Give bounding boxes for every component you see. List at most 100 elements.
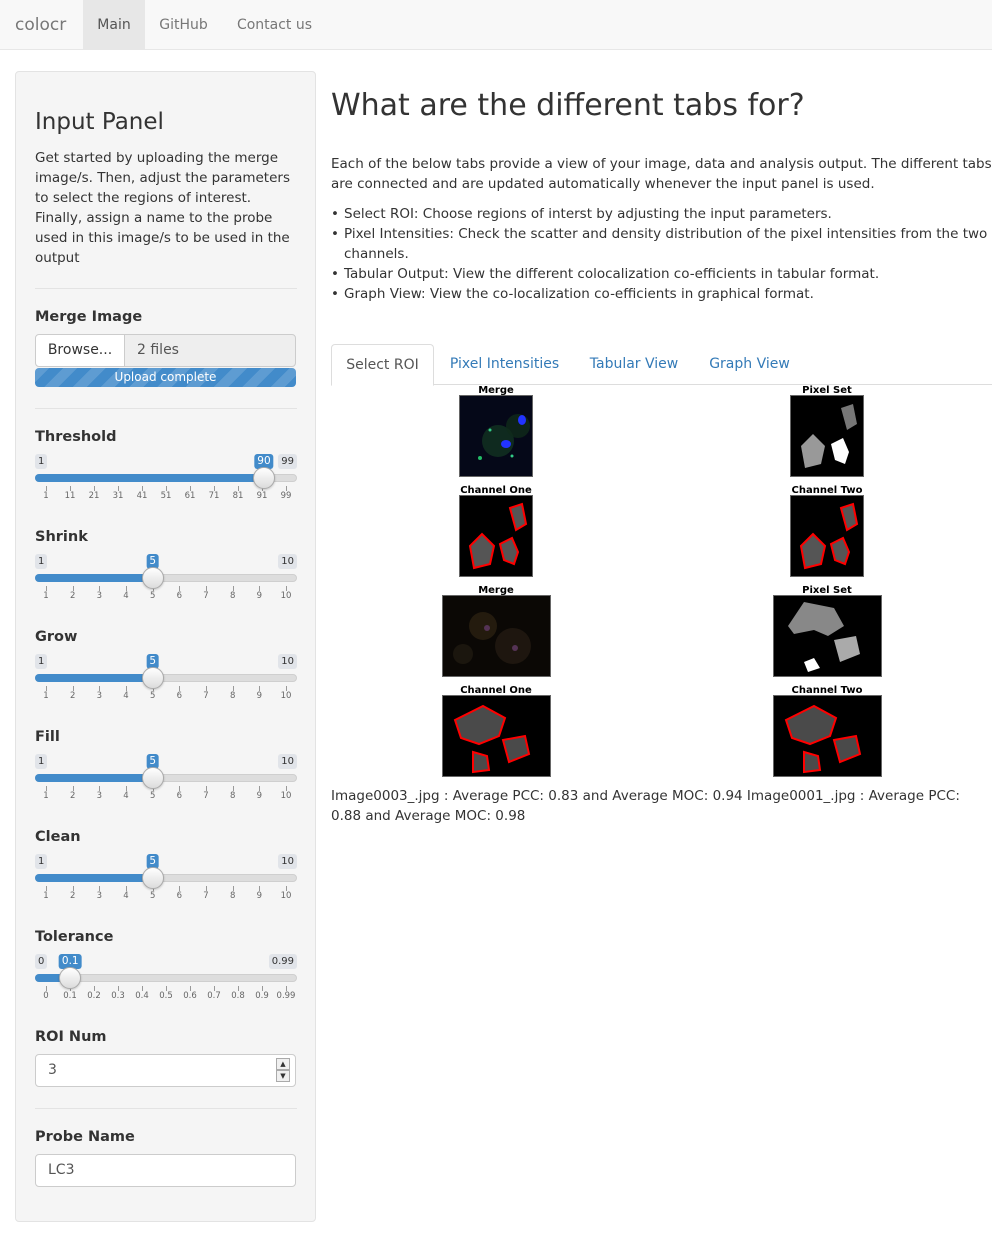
slider-handle[interactable] bbox=[141, 767, 164, 789]
slider-label-shrink: Shrink bbox=[35, 529, 88, 545]
merge-image-label: Merge Image bbox=[35, 309, 143, 325]
slider-tick-label: 81 bbox=[232, 491, 244, 501]
channel-two-image-2 bbox=[773, 695, 882, 777]
slider-tick-label: 4 bbox=[123, 691, 129, 701]
slider-tick-label: 10 bbox=[280, 891, 292, 901]
divider bbox=[35, 408, 297, 409]
figure-channel-two-2: Channel Two bbox=[767, 685, 887, 777]
slider-shrink[interactable]: 1 10 5 1 2 3 4 5 6 7 8 9 10 bbox=[35, 554, 297, 614]
nav-contact[interactable]: Contact us bbox=[222, 0, 327, 50]
slider-handle[interactable] bbox=[59, 967, 82, 989]
slider-tick-label: 1 bbox=[43, 691, 49, 701]
roi-num-input[interactable]: 3 ▲ ▼ bbox=[35, 1054, 296, 1087]
list-item: Select ROI: Choose regions of interst by… bbox=[331, 204, 992, 224]
slider-tick-label: 4 bbox=[123, 591, 129, 601]
slider-tick-label: 6 bbox=[176, 591, 183, 601]
panel-description: Get started by uploading the merge image… bbox=[35, 150, 290, 266]
channel-one-image-2 bbox=[442, 695, 551, 777]
slider-tolerance[interactable]: 0 0.99 0.1 0 0.1 0.2 0.3 0.4 0.5 0.6 0.7 0.8 0.9 0.99 bbox=[35, 954, 297, 1014]
channel-two-image bbox=[790, 495, 864, 577]
slider-tick-label: 10 bbox=[280, 591, 292, 601]
slider-tick-label: 0.8 bbox=[231, 991, 245, 1001]
input-panel: Input Panel Get started by uploading the… bbox=[15, 71, 316, 1222]
slider-handle[interactable] bbox=[141, 867, 164, 889]
merge-image-2 bbox=[442, 595, 551, 677]
slider-tick-label: 71 bbox=[208, 491, 220, 501]
slider-tick-label: 61 bbox=[184, 491, 196, 501]
tab-graph-view[interactable]: Graph View bbox=[696, 344, 803, 385]
slider-tick-label: 0 bbox=[43, 991, 49, 1001]
slider-max-label: 0.99 bbox=[268, 954, 297, 969]
slider-tick-label: 31 bbox=[112, 491, 124, 501]
figure-channel-one: Channel One bbox=[436, 485, 556, 577]
figure-channel-one-2: Channel One bbox=[436, 685, 556, 777]
slider-tick-label: 7 bbox=[203, 891, 209, 901]
slider-tick-label: 0.4 bbox=[135, 991, 149, 1001]
slider-handle[interactable] bbox=[252, 467, 275, 489]
slider-min-label: 1 bbox=[35, 754, 48, 769]
pixel-set-image-2 bbox=[773, 595, 882, 677]
slider-tick-label: 5 bbox=[149, 591, 156, 601]
slider-fill[interactable]: 1 10 5 1 2 3 4 5 6 7 8 9 10 bbox=[35, 754, 297, 814]
slider-threshold[interactable]: 1 99 90 1 11 21 31 41 51 61 71 81 91 99 bbox=[35, 454, 297, 514]
slider-label-tolerance: Tolerance bbox=[35, 929, 114, 945]
slider-tick-label: 0.1 bbox=[63, 991, 77, 1001]
tab-select-roi[interactable]: Select ROI bbox=[331, 344, 434, 386]
slider-label-clean: Clean bbox=[35, 829, 81, 845]
slider-tick-label: 7 bbox=[203, 791, 209, 801]
tab-tabular-view[interactable]: Tabular View bbox=[577, 344, 691, 385]
slider-tick-label: 6 bbox=[176, 791, 183, 801]
spin-up-icon[interactable]: ▲ bbox=[276, 1058, 290, 1070]
slider-tick-label: 11 bbox=[64, 491, 76, 501]
slider-handle[interactable] bbox=[141, 567, 164, 589]
slider-tick-label: 1 bbox=[43, 791, 49, 801]
brand[interactable]: colocr bbox=[15, 0, 66, 50]
roi-num-value: 3 bbox=[48, 1062, 57, 1078]
intro-text: Each of the below tabs provide a view of… bbox=[331, 156, 992, 192]
slider-clean[interactable]: 1 10 5 1 2 3 4 5 6 7 8 9 10 bbox=[35, 854, 297, 914]
slider-tick-label: 9 bbox=[256, 891, 263, 901]
nav-github[interactable]: GitHub bbox=[145, 0, 222, 50]
slider-min-label: 1 bbox=[35, 654, 48, 669]
slider-min-label: 1 bbox=[35, 854, 48, 869]
slider-min-label: 1 bbox=[35, 554, 48, 569]
slider-handle[interactable] bbox=[141, 667, 164, 689]
browse-button[interactable]: Browse... bbox=[35, 334, 125, 367]
figure-pixel-set-2: Pixel Set bbox=[767, 585, 887, 677]
slider-tick-label: 9 bbox=[256, 791, 263, 801]
slider-fill bbox=[35, 574, 153, 582]
figure-merge-2: Merge bbox=[436, 585, 556, 677]
upload-progress-bar: Upload complete bbox=[35, 368, 296, 387]
divider bbox=[35, 1108, 297, 1109]
probe-name-input[interactable]: LC3 bbox=[35, 1154, 296, 1187]
slider-max-label: 10 bbox=[278, 854, 297, 869]
file-name-display: 2 files bbox=[124, 334, 296, 367]
slider-tick-label: 10 bbox=[280, 691, 292, 701]
list-item: Graph View: View the co-localization co-… bbox=[331, 284, 992, 304]
slider-tick-label: 6 bbox=[176, 891, 183, 901]
slider-tick-label: 6 bbox=[176, 691, 183, 701]
slider-min-label: 0 bbox=[35, 954, 48, 969]
roi-num-label: ROI Num bbox=[35, 1029, 107, 1045]
spin-down-icon[interactable]: ▼ bbox=[276, 1070, 290, 1082]
probe-name-label: Probe Name bbox=[35, 1129, 135, 1145]
list-item: Tabular Output: View the different coloc… bbox=[331, 264, 992, 284]
slider-tick-label: 2 bbox=[69, 691, 76, 701]
slider-tick-label: 0.2 bbox=[87, 991, 101, 1001]
page-title: What are the different tabs for? bbox=[331, 88, 805, 123]
tab-pixel-intensities[interactable]: Pixel Intensities bbox=[437, 344, 572, 385]
slider-tick-label: 1 bbox=[43, 591, 49, 601]
slider-tick-label: 3 bbox=[96, 891, 103, 901]
slider-label-fill: Fill bbox=[35, 729, 60, 745]
slider-tick-label: 0.5 bbox=[159, 991, 173, 1001]
slider-tick-label: 8 bbox=[229, 691, 236, 701]
slider-min-label: 1 bbox=[35, 454, 48, 469]
figure-channel-two: Channel Two bbox=[767, 485, 887, 577]
slider-max-label: 10 bbox=[278, 754, 297, 769]
colocalization-summary: Image0003_.jpg : Average PCC: 0.83 and A… bbox=[331, 788, 960, 824]
slider-grow[interactable]: 1 10 5 1 2 3 4 5 6 7 8 9 10 bbox=[35, 654, 297, 714]
nav-main[interactable]: Main bbox=[83, 0, 145, 50]
merge-image bbox=[459, 395, 533, 477]
slider-tick-label: 91 bbox=[256, 491, 268, 501]
roi-num-spinner: ▲ ▼ bbox=[276, 1058, 290, 1083]
